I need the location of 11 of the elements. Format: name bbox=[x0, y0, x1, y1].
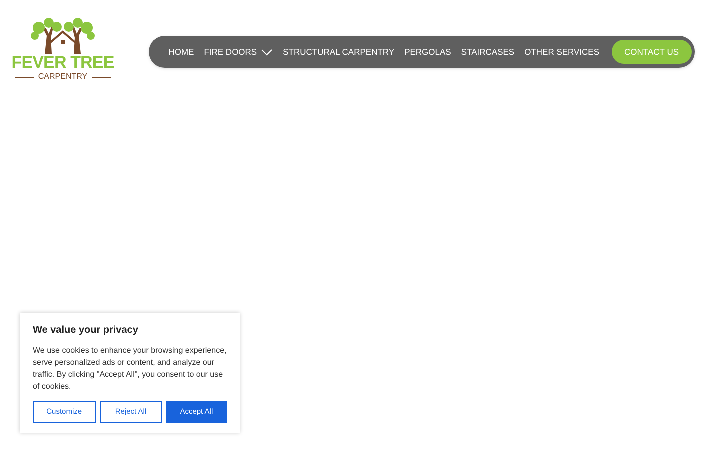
nav-link[interactable]: PERGOLAS bbox=[404, 46, 452, 58]
logo-title: FEVER TREE bbox=[12, 54, 114, 72]
chevron-down-icon bbox=[261, 48, 274, 56]
nav-link[interactable]: OTHER SERVICES bbox=[524, 46, 600, 58]
nav-link[interactable]: STAIRCASES bbox=[461, 46, 515, 58]
nav-link[interactable]: HOME bbox=[168, 46, 194, 58]
logo-subtitle: CARPENTRY bbox=[38, 72, 88, 82]
nav-link[interactable]: FIRE DOORS bbox=[204, 46, 274, 58]
cookie-text: We use cookies to enhance your browsing experience, serve personalized ads or content, and analyze our traffic. By clicking "Accept All", you consent to our use of cookies. bbox=[33, 345, 227, 393]
cookie-title: We value your privacy bbox=[33, 324, 140, 338]
nav-link[interactable]: STRUCTURAL CARPENTRY bbox=[283, 46, 395, 58]
